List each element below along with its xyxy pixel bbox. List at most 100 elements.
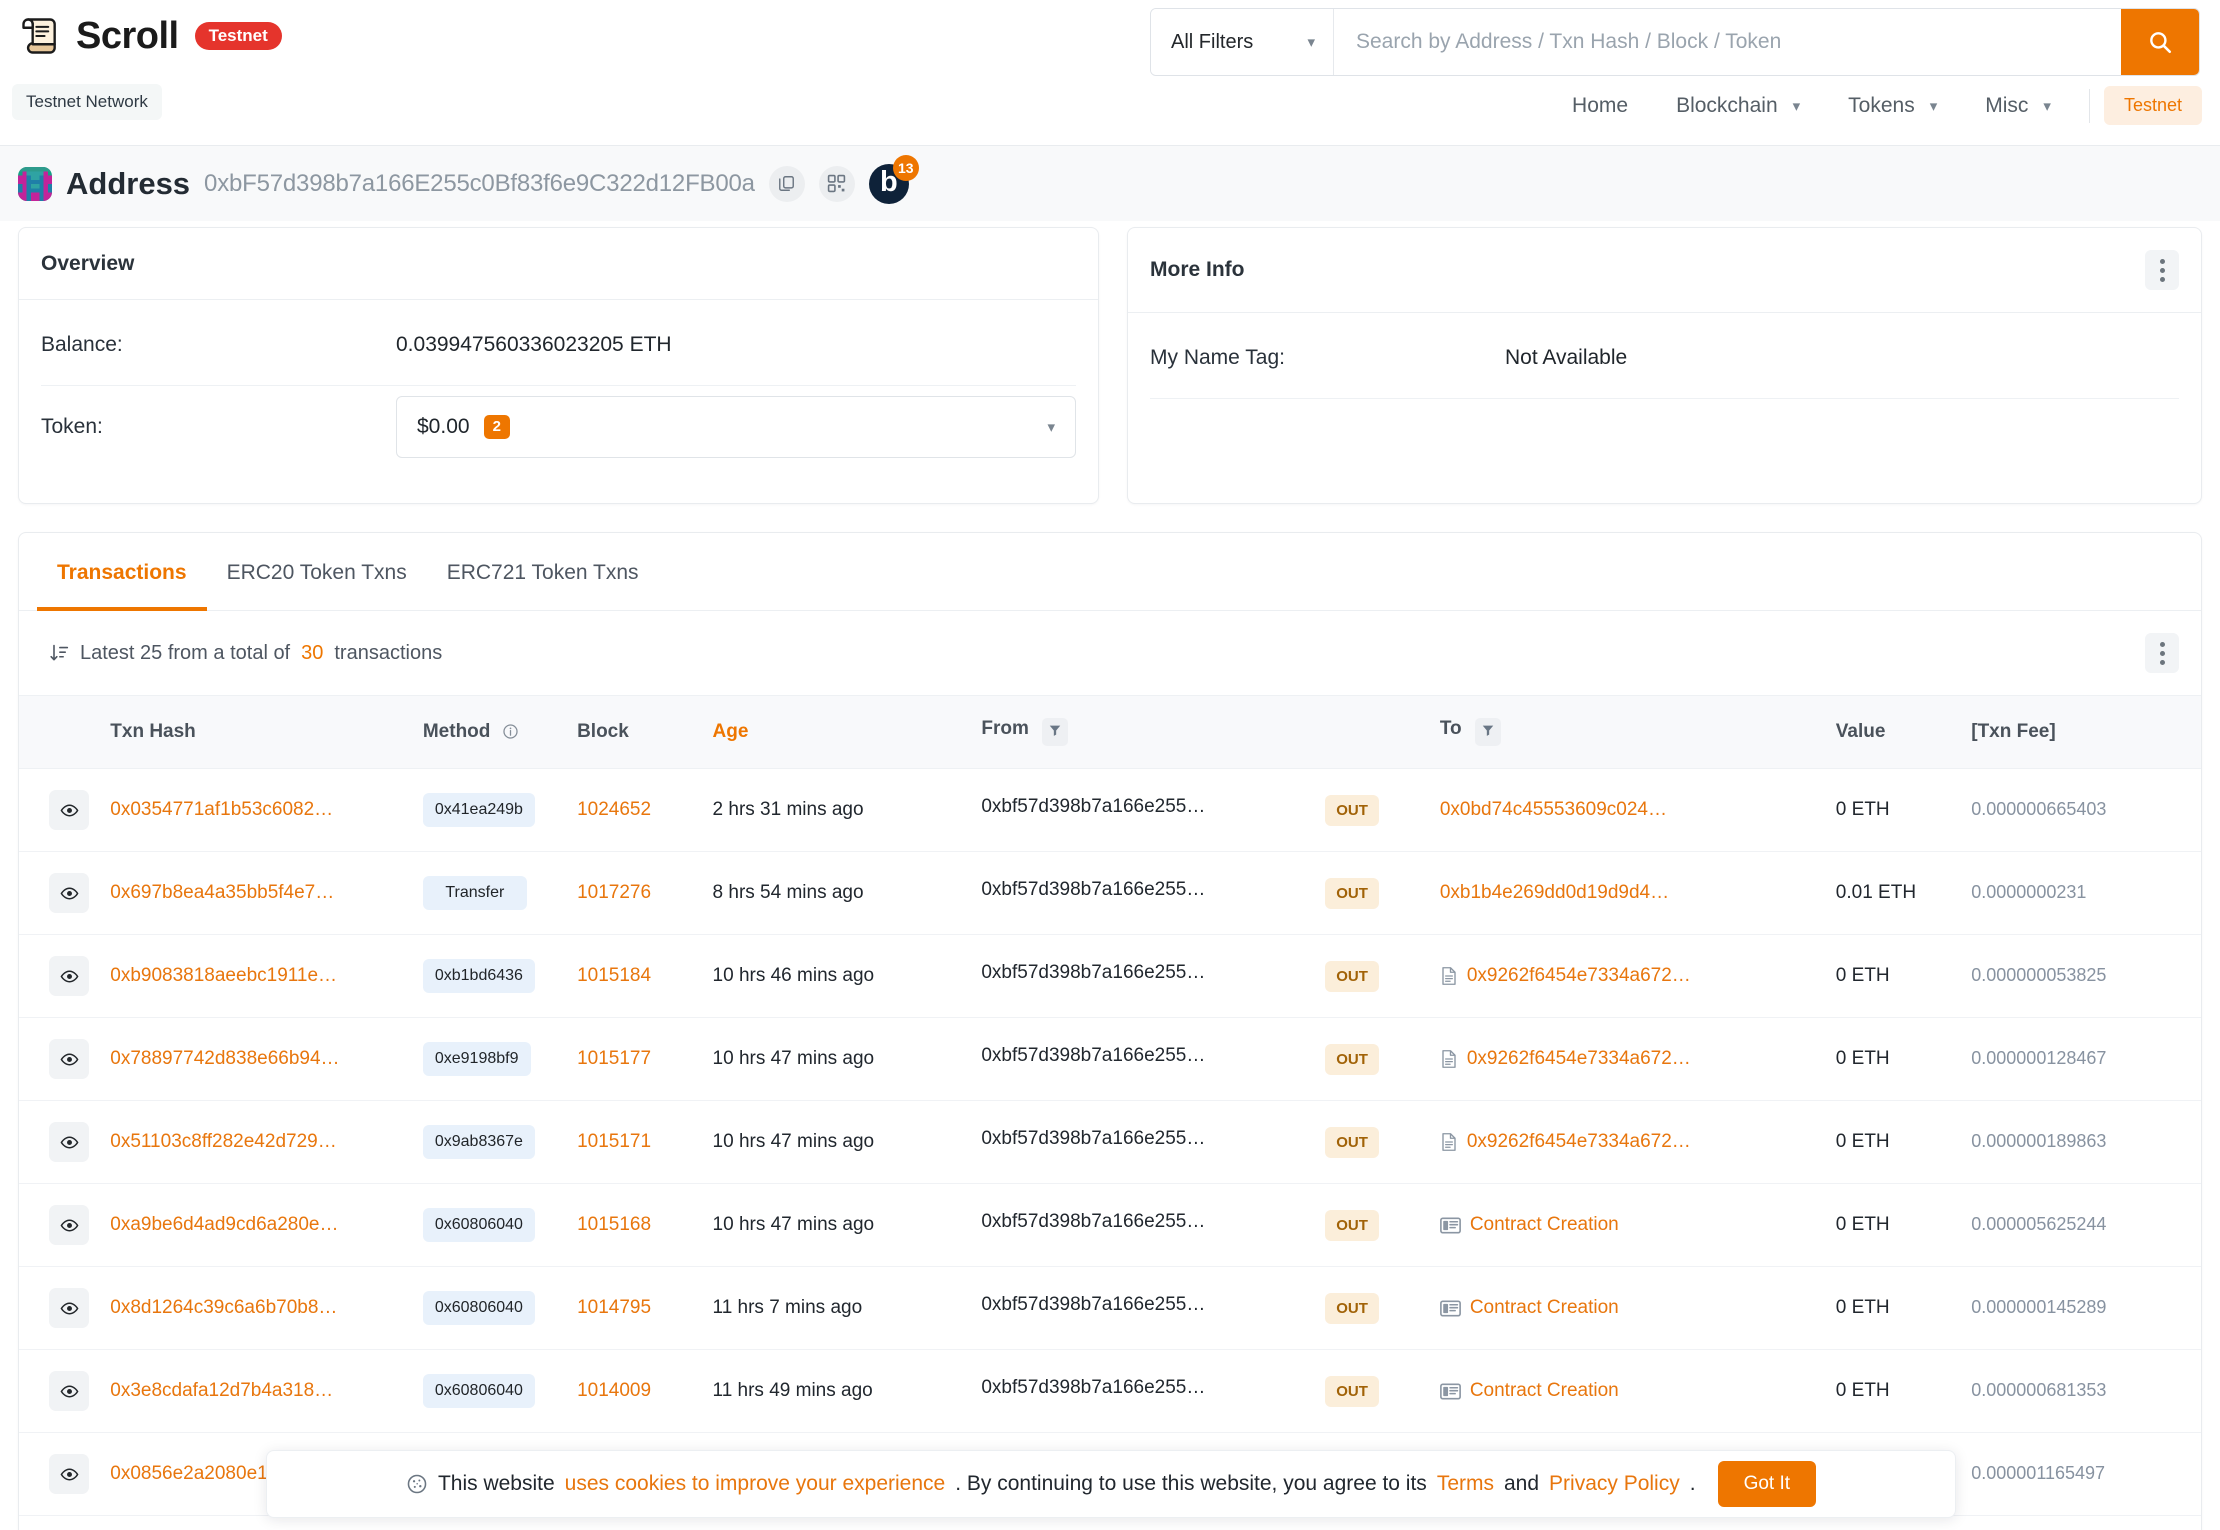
to-address-link[interactable]: 0xb1b4e269dd0d19d9d4…: [1440, 882, 1669, 904]
to-address-link[interactable]: 0x9262f6454e7334a672…: [1467, 1048, 1691, 1070]
direction-badge: OUT: [1325, 877, 1379, 909]
preview-txn-button[interactable]: [49, 1205, 89, 1245]
txn-hash-link[interactable]: 0x78897742d838e66b94…: [110, 1048, 339, 1070]
cell-txn-hash: 0x3e8cdafa12d7b4a318…: [100, 1349, 413, 1433]
transactions-summary: Latest 25 from a total of 30 transaction…: [49, 642, 442, 665]
method-badge[interactable]: 0xb1bd6436: [422, 959, 535, 993]
chevron-down-icon: ▾: [1792, 97, 1801, 115]
txn-hash-link[interactable]: 0x3e8cdafa12d7b4a318…: [110, 1380, 333, 1402]
txn-hash-link[interactable]: 0x0354771af1b53c6082…: [110, 799, 333, 821]
token-count-badge: 2: [483, 415, 510, 439]
to-address-link[interactable]: 0x0bd74c45553609c024…: [1440, 799, 1667, 821]
block-link[interactable]: 1015168: [577, 1214, 651, 1235]
eye-icon: [60, 1219, 78, 1231]
method-badge[interactable]: 0x60806040: [422, 1374, 535, 1408]
method-badge[interactable]: Transfer: [422, 876, 527, 910]
to-address-link[interactable]: 0x9262f6454e7334a672…: [1467, 965, 1691, 987]
cell-value: 0 ETH: [1825, 768, 1962, 852]
cell-eye: [19, 851, 101, 935]
nav-item-misc[interactable]: Misc ▾: [1961, 88, 2075, 124]
contract-file-icon: [1442, 967, 1456, 985]
copy-address-button[interactable]: [768, 165, 805, 202]
cell-eye: [19, 1432, 101, 1516]
tab-erc20-token-txns[interactable]: ERC20 Token Txns: [207, 533, 427, 611]
cookie-link-terms[interactable]: Terms: [1437, 1472, 1494, 1496]
cookie-link-privacy-policy[interactable]: Privacy Policy: [1549, 1472, 1680, 1496]
search-button[interactable]: [2121, 9, 2199, 75]
method-badge[interactable]: 0x60806040: [422, 1291, 535, 1325]
from-address[interactable]: 0xbf57d398b7a166e255…: [981, 1211, 1205, 1233]
txn-hash-link[interactable]: 0xa9be6d4ad9cd6a280e…: [110, 1214, 338, 1236]
tab-transactions[interactable]: Transactions: [37, 533, 207, 611]
info-icon[interactable]: [502, 723, 519, 740]
nav-item-tokens[interactable]: Tokens ▾: [1824, 88, 1961, 124]
network-chip[interactable]: Testnet Network: [12, 84, 162, 120]
nav-item-home[interactable]: Home: [1548, 88, 1652, 124]
block-link[interactable]: 1017276: [577, 882, 651, 903]
cell-from: 0xbf57d398b7a166e255…: [971, 934, 1316, 1018]
from-address[interactable]: 0xbf57d398b7a166e255…: [981, 796, 1205, 818]
txn-hash-link[interactable]: 0x697b8ea4a35bb5f4e7…: [110, 882, 334, 904]
method-badge[interactable]: 0x41ea249b: [422, 793, 535, 827]
network-switch-button[interactable]: Testnet: [2103, 86, 2202, 125]
col-value: Value: [1825, 695, 1962, 769]
token-dropdown[interactable]: $0.00 2 ▾: [396, 396, 1076, 458]
from-address[interactable]: 0xbf57d398b7a166e255…: [981, 1128, 1205, 1150]
col-method: Method: [412, 695, 568, 769]
overview-title: Overview: [41, 251, 135, 275]
to-address-link[interactable]: Contract Creation: [1470, 1214, 1619, 1236]
transactions-menu-button[interactable]: [2145, 633, 2179, 673]
preview-txn-button[interactable]: [49, 1039, 89, 1079]
block-link[interactable]: 1015177: [577, 1048, 651, 1069]
tab-erc721-token-txns[interactable]: ERC721 Token Txns: [427, 533, 659, 611]
txn-hash-link[interactable]: 0x8d1264c39c6a6b70b8…: [110, 1297, 337, 1319]
cookie-link-uses-cookies[interactable]: uses cookies to improve your experience: [565, 1472, 946, 1496]
preview-txn-button[interactable]: [49, 1122, 89, 1162]
cookie-got-it-button[interactable]: Got It: [1717, 1461, 1817, 1507]
from-address[interactable]: 0xbf57d398b7a166e255…: [981, 879, 1205, 901]
block-link[interactable]: 1015171: [577, 1131, 651, 1152]
search-input[interactable]: [1334, 9, 2121, 75]
from-address[interactable]: 0xbf57d398b7a166e255…: [981, 1377, 1205, 1399]
qr-code-button[interactable]: [818, 165, 855, 202]
nav-label-tokens: Tokens: [1848, 93, 1915, 117]
method-badge[interactable]: 0x9ab8367e: [422, 1125, 535, 1159]
from-address[interactable]: 0xbf57d398b7a166e255…: [981, 962, 1205, 984]
blockscan-chat-button[interactable]: b 13: [868, 154, 919, 204]
method-badge[interactable]: 0x60806040: [422, 1208, 535, 1242]
to-address-link[interactable]: Contract Creation: [1470, 1297, 1619, 1319]
main-navigation: Home Blockchain ▾ Tokens ▾ Misc ▾ Testne…: [1548, 86, 2202, 125]
from-address[interactable]: 0xbf57d398b7a166e255…: [981, 1294, 1205, 1316]
more-info-menu-button[interactable]: [2145, 250, 2179, 290]
to-address-link[interactable]: Contract Creation: [1470, 1380, 1619, 1402]
block-link[interactable]: 1014795: [577, 1297, 651, 1318]
txn-hash-link[interactable]: 0xb9083818aeebc1911e…: [110, 965, 337, 987]
block-link[interactable]: 1024652: [577, 799, 651, 820]
method-badge[interactable]: 0xe9198bf9: [422, 1042, 531, 1076]
filter-icon[interactable]: [1048, 723, 1062, 737]
filter-icon[interactable]: [1481, 723, 1495, 737]
preview-txn-button[interactable]: [49, 1288, 89, 1328]
all-filters-select[interactable]: All Filters ▾: [1151, 9, 1334, 75]
brand-logo-group[interactable]: Scroll Testnet: [18, 14, 282, 58]
nav-item-blockchain[interactable]: Blockchain ▾: [1652, 88, 1824, 124]
col-block[interactable]: Block: [567, 695, 703, 769]
preview-txn-button[interactable]: [49, 956, 89, 996]
txn-hash-link[interactable]: 0x51103c8ff282e42d729…: [110, 1131, 336, 1153]
eye-icon: [60, 1136, 78, 1148]
dot: [2159, 659, 2165, 665]
block-link[interactable]: 1015184: [577, 965, 651, 986]
col-age[interactable]: Age: [702, 695, 972, 769]
sort-descending-icon[interactable]: [49, 643, 69, 663]
to-address-link[interactable]: 0x9262f6454e7334a672…: [1467, 1131, 1691, 1153]
preview-txn-button[interactable]: [49, 1454, 89, 1494]
cell-to: 0x9262f6454e7334a672…: [1429, 934, 1826, 1018]
from-address[interactable]: 0xbf57d398b7a166e255…: [981, 1045, 1205, 1067]
block-link[interactable]: 1014009: [577, 1380, 651, 1401]
cell-value: 0 ETH: [1825, 1100, 1962, 1184]
preview-txn-button[interactable]: [49, 873, 89, 913]
overview-card-header: Overview: [19, 228, 1098, 300]
preview-txn-button[interactable]: [49, 1371, 89, 1411]
cell-age: 10 hrs 46 mins ago: [702, 934, 972, 1018]
preview-txn-button[interactable]: [49, 790, 89, 830]
